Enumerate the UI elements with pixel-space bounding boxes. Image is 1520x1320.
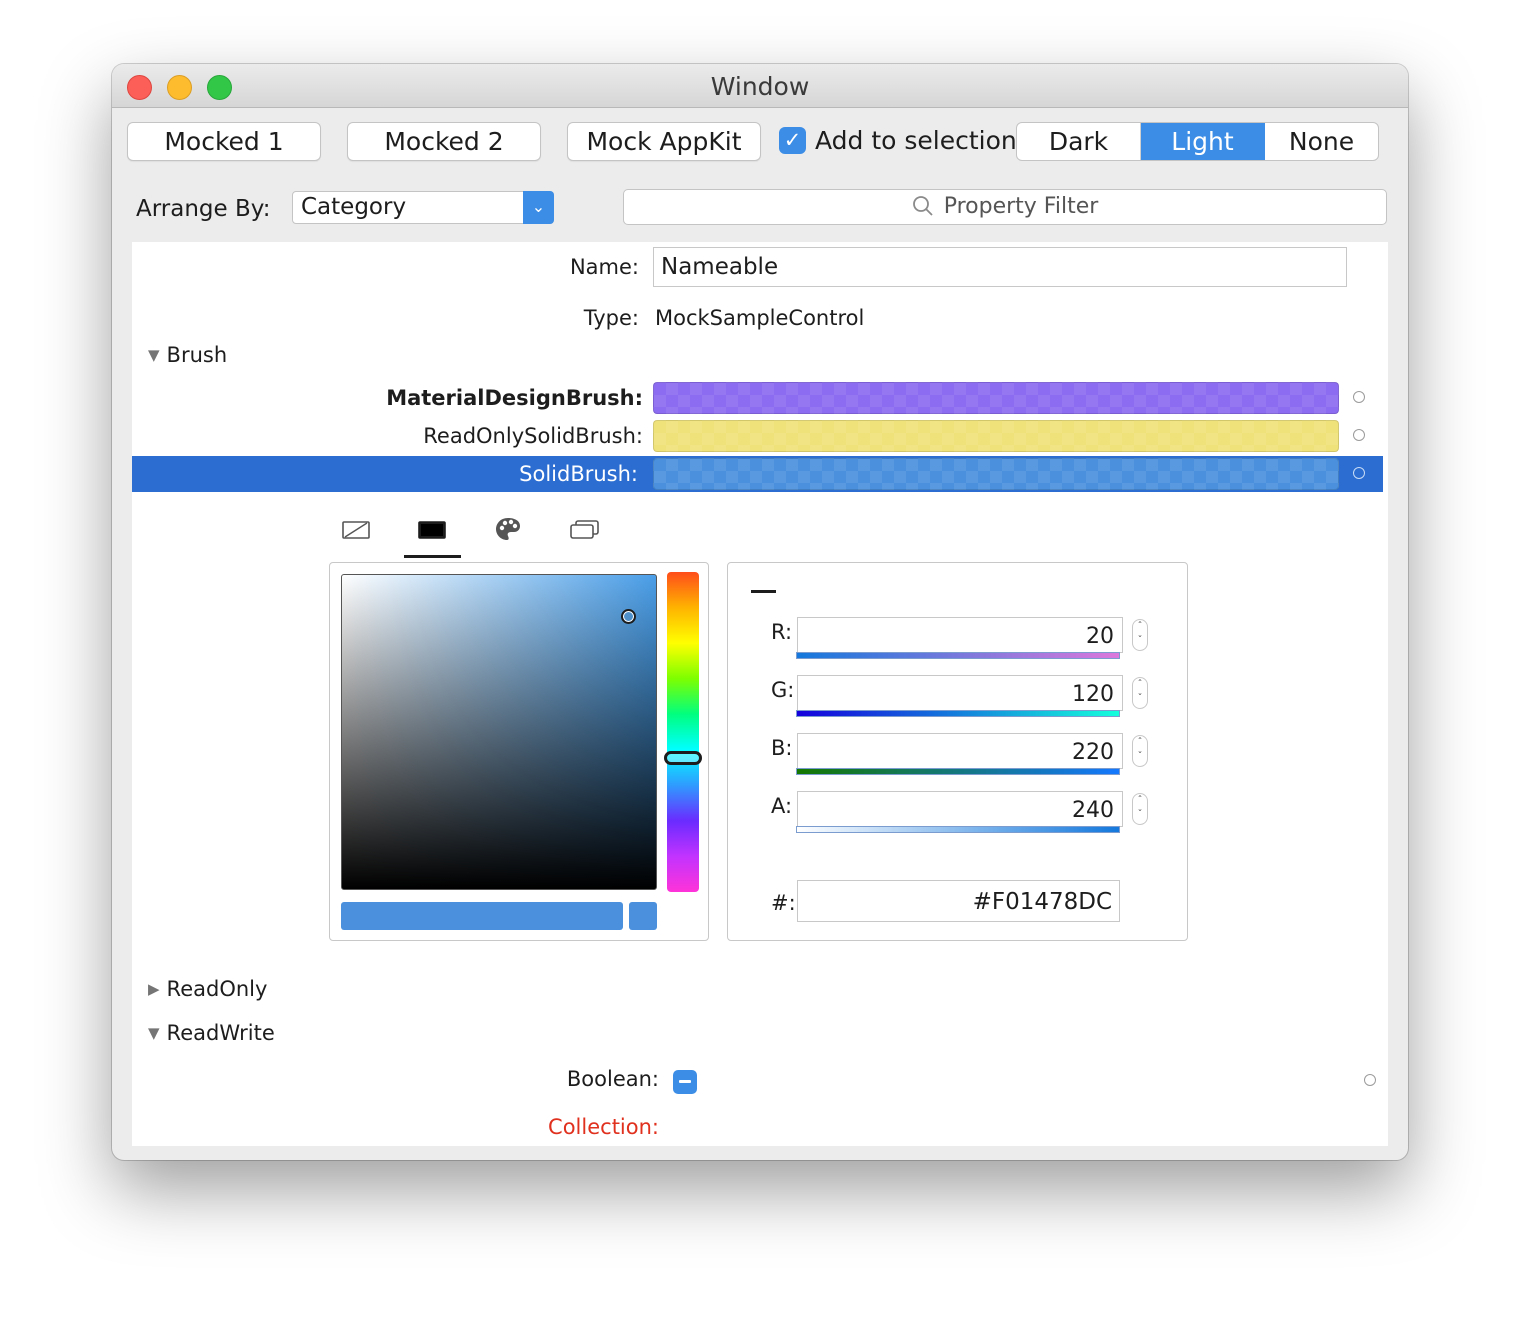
readwrite-group-label: ReadWrite xyxy=(166,1021,275,1045)
blue-channel-label: B: xyxy=(771,736,793,760)
brush-group-label: Brush xyxy=(166,343,228,367)
window: Window Mocked 1 Mocked 2 Mock AppKit ✓ A… xyxy=(112,64,1408,1160)
hex-label: #: xyxy=(771,891,796,915)
solid-brush-swatch[interactable] xyxy=(653,458,1339,490)
no-brush-icon[interactable] xyxy=(342,520,370,540)
readonly-solid-brush-label: ReadOnlySolidBrush: xyxy=(423,424,643,448)
green-channel-stepper[interactable]: ˆˇ xyxy=(1132,677,1148,709)
blue-channel-input[interactable]: 220 xyxy=(797,733,1123,769)
search-icon xyxy=(912,195,933,216)
add-to-selection-label[interactable]: Add to selection xyxy=(815,124,1017,158)
solid-brush-row[interactable]: SolidBrush: xyxy=(132,456,1383,492)
red-channel-input[interactable]: 20 xyxy=(797,617,1123,653)
name-label: Name: xyxy=(569,255,639,279)
red-channel-gradient[interactable] xyxy=(796,652,1120,659)
add-to-selection-checkbox[interactable]: ✓ xyxy=(779,127,806,154)
theme-none-segment[interactable]: None xyxy=(1265,123,1378,160)
disclosure-collapsed-icon[interactable]: ▶ xyxy=(148,980,160,998)
current-color-preview xyxy=(341,902,623,930)
color-channels-box: R: 20 ˆˇ G: 120 ˆˇ B: 220 ˆˇ A: 240 ˆˇ #… xyxy=(727,562,1188,941)
brush-group-header[interactable]: ▼ Brush xyxy=(148,343,227,367)
mocked-2-button[interactable]: Mocked 2 xyxy=(347,122,541,161)
boolean-label: Boolean: xyxy=(566,1067,659,1091)
chevron-down-icon[interactable]: ⌄ xyxy=(523,191,554,224)
alpha-channel-label: A: xyxy=(771,794,793,818)
resource-icon[interactable] xyxy=(570,520,600,540)
boolean-property-button[interactable] xyxy=(1364,1074,1376,1086)
blue-channel-stepper[interactable]: ˆˇ xyxy=(1132,735,1148,767)
readonly-solid-brush-property-button[interactable] xyxy=(1353,429,1365,441)
active-tab-indicator xyxy=(404,555,461,558)
hue-slider-handle[interactable] xyxy=(664,751,702,765)
arrange-by-value: Category xyxy=(301,194,407,220)
alpha-channel-gradient[interactable] xyxy=(796,826,1120,833)
property-panel: Name: Nameable Type: MockSampleControl ▼… xyxy=(132,242,1388,1146)
property-filter-input[interactable]: Property Filter xyxy=(623,189,1387,225)
readwrite-group-header[interactable]: ▼ ReadWrite xyxy=(148,1021,275,1045)
readonly-solid-brush-swatch[interactable] xyxy=(653,420,1339,452)
readonly-group-header[interactable]: ▶ ReadOnly xyxy=(148,977,267,1001)
hue-slider[interactable] xyxy=(667,572,699,892)
palette-icon[interactable] xyxy=(494,516,522,542)
window-title: Window xyxy=(710,72,810,101)
green-channel-input[interactable]: 120 xyxy=(797,675,1123,711)
disclosure-expanded-icon[interactable]: ▼ xyxy=(148,346,160,364)
type-label: Type: xyxy=(583,306,639,330)
type-value: MockSampleControl xyxy=(655,306,865,330)
material-design-brush-property-button[interactable] xyxy=(1353,391,1365,403)
arrange-by-label: Arrange By: xyxy=(136,196,271,222)
green-channel-label: G: xyxy=(771,678,795,702)
solid-brush-label: SolidBrush: xyxy=(519,462,638,486)
blue-channel-gradient[interactable] xyxy=(796,768,1120,775)
red-channel-label: R: xyxy=(771,620,793,644)
color-picker-knob[interactable] xyxy=(621,609,636,624)
mocked-1-button[interactable]: Mocked 1 xyxy=(127,122,321,161)
color-picker-box xyxy=(329,562,709,941)
collection-label: Collection: xyxy=(548,1115,659,1139)
boolean-checkbox[interactable] xyxy=(673,1070,697,1094)
alpha-channel-stepper[interactable]: ˆˇ xyxy=(1132,793,1148,825)
material-design-brush-label: MaterialDesignBrush: xyxy=(386,386,643,410)
mock-appkit-button[interactable]: Mock AppKit xyxy=(567,122,761,161)
name-field[interactable]: Nameable xyxy=(653,247,1347,287)
disclosure-expanded-icon[interactable]: ▼ xyxy=(148,1024,160,1042)
solid-color-icon[interactable] xyxy=(418,520,446,540)
arrange-by-select[interactable]: Category ⌄ xyxy=(292,191,554,224)
material-design-brush-swatch[interactable] xyxy=(653,382,1339,414)
saturation-brightness-area[interactable] xyxy=(341,574,657,890)
theme-light-segment[interactable]: Light xyxy=(1141,123,1265,160)
theme-dark-segment[interactable]: Dark xyxy=(1017,123,1141,160)
solid-brush-property-button[interactable] xyxy=(1353,467,1365,479)
readonly-group-label: ReadOnly xyxy=(166,977,268,1001)
alpha-channel-input[interactable]: 240 xyxy=(797,791,1123,827)
hex-input[interactable]: #F01478DC xyxy=(797,880,1120,922)
color-name-dash xyxy=(751,590,776,593)
green-channel-gradient[interactable] xyxy=(796,710,1120,717)
previous-color-preview[interactable] xyxy=(629,902,657,930)
theme-segmented-control: Dark Light None xyxy=(1016,122,1379,161)
red-channel-stepper[interactable]: ˆˇ xyxy=(1132,619,1148,651)
title-bar: Window xyxy=(112,64,1408,108)
property-filter-placeholder: Property Filter xyxy=(943,194,1099,219)
